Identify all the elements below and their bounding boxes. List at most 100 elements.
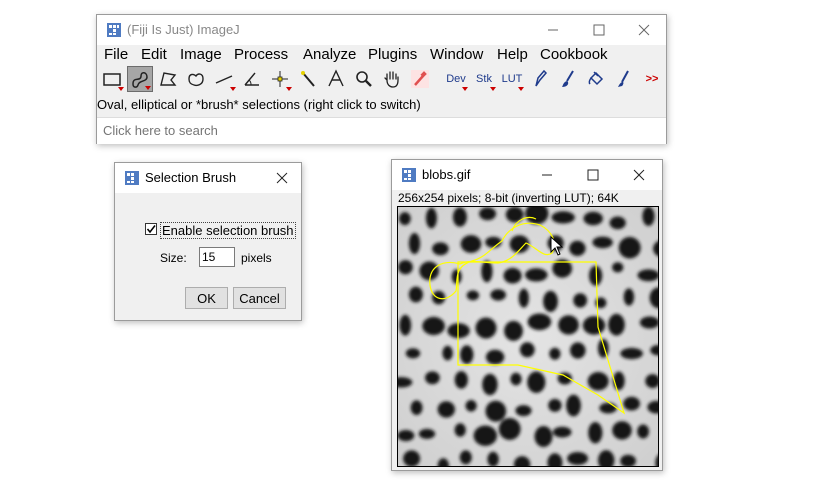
blob xyxy=(452,207,467,227)
blob xyxy=(599,402,617,414)
blob xyxy=(481,260,493,283)
search-input[interactable] xyxy=(101,122,505,139)
menu-process[interactable]: Process xyxy=(234,46,288,63)
maximize-icon xyxy=(593,24,605,36)
blob xyxy=(618,236,641,259)
pencil-tool[interactable] xyxy=(527,66,553,92)
polygon-tool[interactable] xyxy=(155,66,181,92)
blob xyxy=(551,211,575,224)
color-picker-tool[interactable] xyxy=(407,66,433,92)
blob xyxy=(422,316,445,336)
angle-icon xyxy=(244,72,259,86)
blob xyxy=(587,372,609,391)
blob xyxy=(398,260,413,275)
blob xyxy=(454,371,468,389)
cancel-button[interactable]: Cancel xyxy=(233,287,286,309)
image-close-button[interactable] xyxy=(616,160,662,190)
menu-cookbook[interactable]: Cookbook xyxy=(540,46,608,63)
ok-button[interactable]: OK xyxy=(185,287,228,309)
wand-tool[interactable] xyxy=(295,66,321,92)
blob xyxy=(442,345,453,361)
dev-tool[interactable]: Dev xyxy=(443,66,469,92)
minimize-button[interactable] xyxy=(530,15,576,45)
paintbrush-icon xyxy=(562,70,574,87)
blob xyxy=(408,232,421,255)
blob xyxy=(548,398,562,412)
menu-edit[interactable]: Edit xyxy=(141,46,167,63)
line-tool[interactable] xyxy=(211,66,237,92)
blob xyxy=(460,235,482,253)
menu-analyze[interactable]: Analyze xyxy=(303,46,356,63)
blob xyxy=(398,430,415,442)
blob xyxy=(399,212,411,226)
blob xyxy=(609,216,626,230)
scroll-tool[interactable] xyxy=(379,66,405,92)
enable-brush-checkbox[interactable] xyxy=(145,223,157,235)
text-tool[interactable] xyxy=(323,66,349,92)
image-maximize-button[interactable] xyxy=(570,160,616,190)
rectangle-tool[interactable] xyxy=(99,66,125,92)
blob xyxy=(519,342,535,358)
blob xyxy=(518,288,529,308)
blobs-image[interactable] xyxy=(398,207,658,466)
blob xyxy=(534,426,553,447)
blob xyxy=(437,401,455,418)
blob xyxy=(620,347,643,360)
status-text: Oval, elliptical or *brush* selections (… xyxy=(97,97,421,112)
hand-icon xyxy=(384,71,399,88)
freehand-tool[interactable] xyxy=(183,66,209,92)
menu-help[interactable]: Help xyxy=(497,46,528,63)
tool-bar: Dev Stk LUT >> xyxy=(97,65,666,95)
search-bar[interactable] xyxy=(97,117,666,144)
polygon-icon xyxy=(160,72,177,86)
close-icon xyxy=(633,169,645,181)
enable-brush-label[interactable]: Enable selection brush xyxy=(160,222,296,239)
blob xyxy=(543,290,558,312)
blob xyxy=(408,286,423,303)
lut-tool[interactable]: LUT xyxy=(499,66,525,92)
imagej-titlebar[interactable]: (Fiji Is Just) ImageJ xyxy=(97,15,666,45)
magnifier-icon xyxy=(356,71,372,87)
menu-window[interactable]: Window xyxy=(430,46,483,63)
angle-tool[interactable] xyxy=(239,66,265,92)
zoom-tool[interactable] xyxy=(351,66,377,92)
blob xyxy=(592,236,613,249)
blob xyxy=(597,338,609,358)
blob xyxy=(558,315,579,335)
menu-file[interactable]: File xyxy=(104,46,128,63)
fiji-logo-icon xyxy=(402,168,416,182)
dialog-title: Selection Brush xyxy=(145,170,237,185)
flood-fill-tool[interactable] xyxy=(583,66,609,92)
image-canvas[interactable] xyxy=(397,206,659,467)
blob xyxy=(475,317,497,339)
pencil-icon xyxy=(535,69,548,87)
image-titlebar[interactable]: blobs.gif xyxy=(392,160,662,190)
brush-tool[interactable] xyxy=(555,66,581,92)
blob xyxy=(623,288,635,306)
close-button[interactable] xyxy=(621,15,667,45)
blob xyxy=(570,342,586,359)
maximize-button[interactable] xyxy=(576,15,622,45)
oval-brush-tool[interactable] xyxy=(127,66,153,92)
size-input[interactable] xyxy=(199,247,235,267)
blob xyxy=(490,289,506,301)
blob xyxy=(608,313,625,336)
blob xyxy=(410,400,423,415)
blob xyxy=(482,373,498,396)
point-tool[interactable] xyxy=(267,66,293,92)
menu-plugins[interactable]: Plugins xyxy=(368,46,417,63)
blob xyxy=(425,371,440,385)
wand-icon xyxy=(301,71,315,87)
stk-tool[interactable]: Stk xyxy=(471,66,497,92)
size-unit-label: pixels xyxy=(241,251,272,265)
maximize-icon xyxy=(587,169,599,181)
fiji-logo-icon xyxy=(107,23,121,37)
minimize-icon xyxy=(548,29,558,31)
image-minimize-button[interactable] xyxy=(524,160,570,190)
paint-tool[interactable] xyxy=(611,66,637,92)
more-tools-button[interactable]: >> xyxy=(639,66,665,92)
dialog-close-button[interactable] xyxy=(263,163,301,193)
blob xyxy=(460,345,474,364)
menu-image[interactable]: Image xyxy=(180,46,222,63)
dialog-titlebar[interactable]: Selection Brush xyxy=(115,163,301,193)
